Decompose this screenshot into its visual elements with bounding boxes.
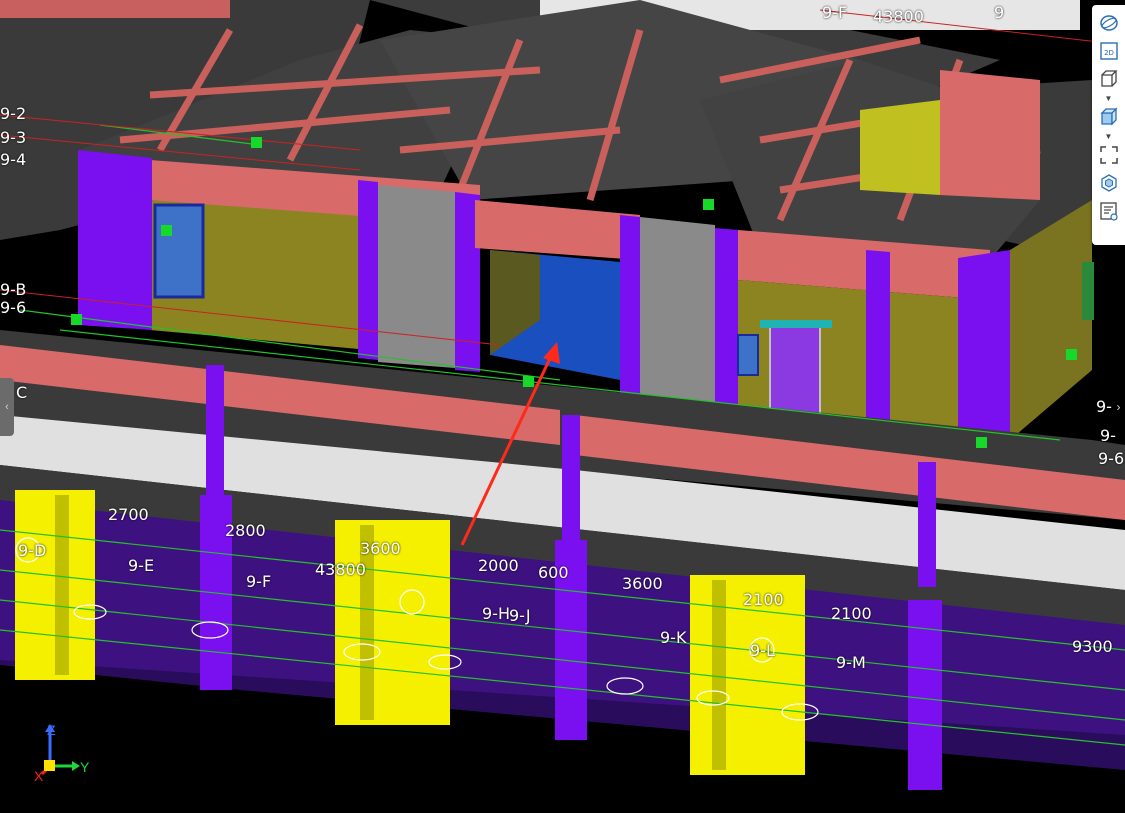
grey-wall-panel (378, 185, 455, 368)
grid-label-9-e: 9-E (128, 556, 155, 575)
right-column-c (866, 250, 890, 430)
left-panel-toggle[interactable]: ‹ (0, 378, 14, 436)
grid-label-right-9: 9- (1096, 397, 1112, 416)
grid-label-9-2: 9-2 (0, 104, 27, 123)
properties-button[interactable] (1096, 198, 1122, 224)
right-door-canopy (760, 320, 832, 328)
mid-column-2 (562, 415, 580, 545)
lower-yellow-shadow-1 (55, 495, 69, 675)
mid-column-3 (918, 462, 936, 587)
grid-label-9-l: 9-L (750, 641, 775, 660)
orbit-button[interactable] (1096, 10, 1122, 36)
dimension-600: 600 (538, 563, 569, 582)
dimension-3600-a: 3600 (360, 539, 401, 558)
axis-label-y: Y (80, 759, 90, 775)
grid-label-9-f-bottom: 9-F (246, 572, 272, 591)
cube-wireframe-icon (1100, 70, 1118, 87)
fit-view-button[interactable] (1096, 142, 1122, 168)
wireframe-dropdown[interactable]: ▼ (1096, 93, 1122, 103)
wireframe-view-button[interactable] (1096, 66, 1122, 92)
axis-label-z: Z (47, 722, 56, 738)
caret-down-icon: ▼ (1104, 131, 1113, 141)
caret-down-icon: ▼ (1104, 93, 1113, 103)
left-window (153, 203, 205, 299)
right-side-window (1082, 262, 1094, 320)
grid-label-9-d: 9-D (18, 541, 47, 560)
axis-triad: Z Y X (30, 718, 100, 788)
view-2d-button[interactable]: 2D (1096, 38, 1122, 64)
dimension-2100-a: 2100 (743, 590, 784, 609)
grid-label-9-6-left: 9-6 (0, 298, 27, 317)
shaded-dropdown[interactable]: ▼ (1096, 131, 1122, 141)
grid-label-9-h: 9-H (482, 604, 510, 623)
section-box-button[interactable] (1096, 170, 1122, 196)
dimension-2700: 2700 (108, 505, 149, 524)
mid-column-1 (206, 365, 224, 495)
grid-label-9-4: 9-4 (0, 150, 27, 169)
right-column-d (958, 250, 1010, 440)
view-2d-label: 2D (1104, 49, 1114, 57)
axis-label-x: X (34, 768, 44, 784)
fit-view-icon (1099, 146, 1118, 164)
right-column-a (620, 215, 640, 395)
model-scene[interactable] (0, 0, 1125, 813)
dimension-2800: 2800 (225, 521, 266, 540)
grid-label-top-9f: 9-F (822, 3, 848, 22)
shaded-view-button[interactable] (1096, 104, 1122, 130)
cube-shaded-icon (1099, 107, 1118, 126)
lower-yellow-shadow-3 (712, 580, 726, 770)
right-panel-toggle[interactable]: › (1112, 392, 1125, 422)
grid-label-c: C (16, 383, 28, 402)
grid-label-top-9: 9 (994, 3, 1005, 22)
grid-label-9-m: 9-M (836, 653, 866, 672)
grid-label-9-k: 9-K (660, 628, 687, 647)
dimension-3600-b: 3600 (622, 574, 663, 593)
grey-wall-right (640, 217, 715, 405)
right-door (769, 324, 821, 416)
top-beam-red-left (0, 0, 230, 18)
right-column-b (715, 228, 738, 410)
chevron-left-icon: ‹ (5, 401, 9, 413)
grid-label-9-j: 9-J (509, 606, 531, 625)
grid-label-9-b: 9-B (0, 280, 27, 299)
grid-label-right-9b: 9- (1100, 426, 1116, 445)
3d-model-viewport[interactable]: 9-F 43800 9 9-2 9-3 9-4 9-B 9-6 C 9- 9- … (0, 0, 1125, 813)
grid-label-right-9-6: 9-6 (1098, 449, 1125, 468)
right-upper-box-wall (860, 100, 940, 195)
section-box-icon (1100, 174, 1117, 192)
dimension-2100-b: 2100 (831, 604, 872, 623)
view-2d-icon: 2D (1099, 42, 1118, 60)
properties-panel-icon (1099, 202, 1118, 221)
orbit-icon (1099, 15, 1118, 31)
dimension-9300: 9300 (1072, 637, 1113, 656)
chevron-right-icon: › (1116, 400, 1121, 414)
dimension-2000: 2000 (478, 556, 519, 575)
view-toolbar: 2D ▼ ▼ (1092, 5, 1125, 245)
left-column-2 (358, 180, 378, 360)
dimension-43800: 43800 (315, 560, 366, 579)
right-upper-box (940, 70, 1040, 200)
dimension-top-43800: 43800 (873, 7, 924, 26)
grid-label-9-3: 9-3 (0, 128, 27, 147)
right-small-window (737, 334, 759, 376)
